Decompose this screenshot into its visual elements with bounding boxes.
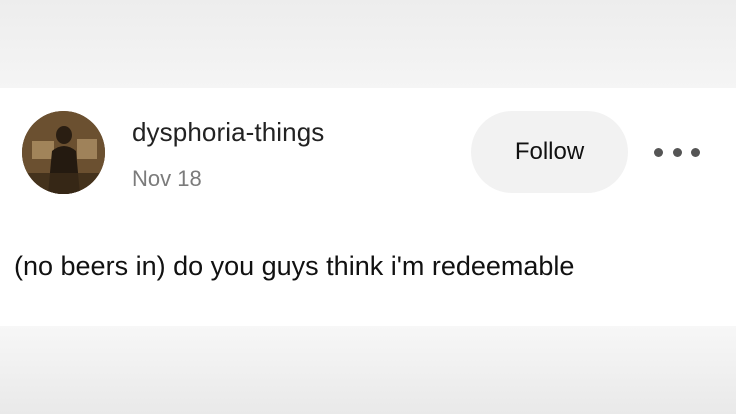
more-dot <box>691 147 700 157</box>
post-card: dysphoria-things Nov 18 Follow (no beers… <box>0 88 736 326</box>
more-horizontal-icon[interactable] <box>654 140 700 164</box>
follow-button[interactable]: Follow <box>471 111 628 193</box>
avatar[interactable] <box>22 111 105 194</box>
background-bottom <box>0 326 736 414</box>
post-date: Nov 18 <box>132 166 202 191</box>
background-top <box>0 0 736 88</box>
more-dot <box>672 147 682 157</box>
more-dot <box>654 147 663 157</box>
post-body: (no beers in) do you guys think i'm rede… <box>14 251 575 281</box>
avatar-image <box>22 111 105 194</box>
username[interactable]: dysphoria-things <box>132 117 324 148</box>
